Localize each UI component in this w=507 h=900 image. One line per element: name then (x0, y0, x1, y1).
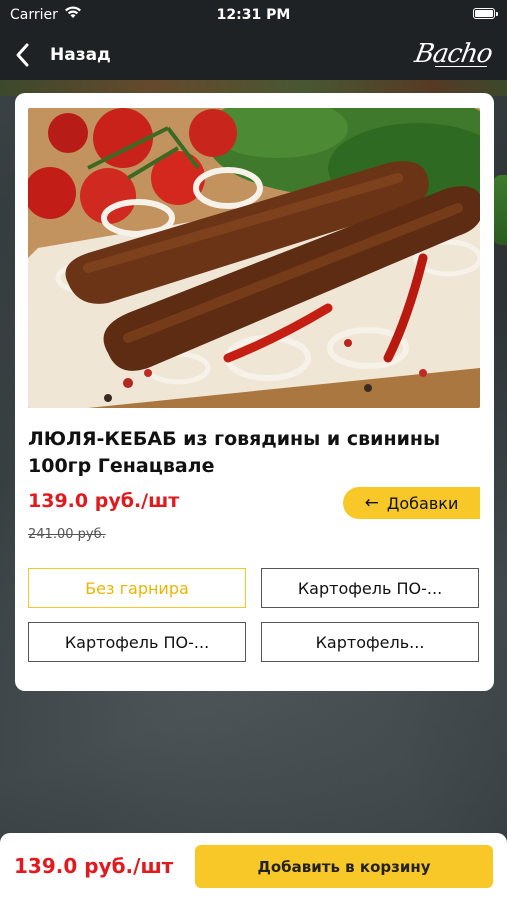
product-card: ЛЮЛЯ-КЕБАБ из говядины и свинины 100гр Г… (15, 93, 494, 691)
side-option-potato-1[interactable]: Картофель ПО-... (261, 568, 479, 608)
add-to-cart-button[interactable]: Добавить в корзину (195, 845, 493, 888)
background-herb-leaf (493, 175, 507, 245)
product-title: ЛЮЛЯ-КЕБАБ из говядины и свинины 100гр Г… (28, 428, 441, 477)
product-price: 139.0 руб./шт (28, 490, 180, 512)
product-photo (28, 108, 480, 408)
addons-button[interactable]: ← Добавки (343, 487, 480, 519)
side-option-potato-2[interactable]: Картофель ПО-... (28, 622, 246, 662)
brand-logo-text: Bacho (412, 39, 494, 69)
bottom-bar: 139.0 руб./шт Добавить в корзину (0, 833, 507, 900)
back-button[interactable]: Назад (12, 40, 111, 70)
side-option-label: Картофель ПО-... (64, 632, 210, 652)
side-option-no-garnish[interactable]: Без гарнира (28, 568, 246, 608)
logo-underline (435, 65, 487, 67)
side-option-label: Картофель ПО-... (297, 578, 443, 598)
arrow-left-icon: ← (364, 493, 379, 513)
side-option-label: Без гарнира (85, 578, 189, 598)
chevron-left-icon (16, 43, 29, 67)
footer-price: 139.0 руб./шт (14, 854, 174, 878)
add-to-cart-label: Добавить в корзину (257, 857, 431, 876)
brand-logo: Bacho (412, 32, 494, 76)
product-old-price: 241.00 руб. (28, 527, 106, 542)
side-option-label: Картофель... (315, 632, 425, 652)
status-bar: Carrier 12:31 PM (0, 0, 507, 30)
battery-icon (473, 8, 498, 19)
clock: 12:31 PM (216, 7, 291, 23)
addons-label: Добавки (386, 493, 459, 513)
navigation-bar: Назад Bacho (0, 30, 507, 80)
side-option-potato-3[interactable]: Картофель... (261, 622, 479, 662)
back-label: Назад (50, 45, 111, 65)
